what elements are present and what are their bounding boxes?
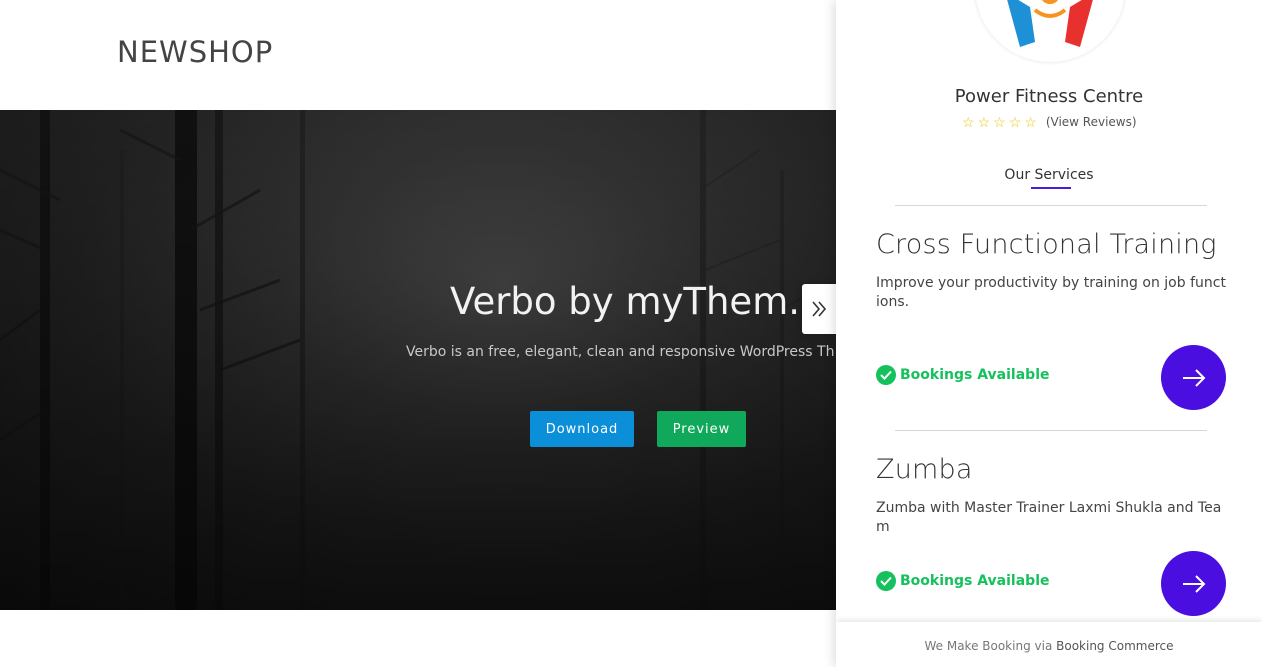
footer-prefix: We Make Booking via [924,639,1053,653]
service-description: Zumba with Master Trainer Laxmi Shukla a… [876,500,1222,535]
check-circle-icon [876,571,896,591]
site-logo[interactable]: NEWSHOP [117,35,273,69]
panel-toggle-button[interactable] [802,284,836,334]
tab-our-services[interactable]: Our Services [836,167,1262,183]
double-chevron-right-icon [812,301,827,317]
booking-side-panel: Power Fitness Centre ☆ ☆ ☆ ☆ ☆ (View Rev… [836,0,1262,667]
star-outline-icon: ☆ [977,114,991,130]
service-title: Zumba [876,454,973,485]
rating-row: ☆ ☆ ☆ ☆ ☆ (View Reviews) [962,114,1137,130]
star-outline-icon: ☆ [993,114,1006,130]
panel-footer: We Make Booking via Booking Commerce [836,622,1262,667]
arrow-right-icon [1182,368,1205,387]
service-status: Bookings Available [876,571,1049,591]
footer-brand-link[interactable]: Booking Commerce [1056,639,1173,653]
page-body [0,610,836,667]
service-status-label: Bookings Available [900,367,1050,383]
book-service-button[interactable] [1161,551,1226,616]
star-outline-icon: ☆ [1008,114,1022,130]
divider [895,430,1207,431]
download-button[interactable]: Download [530,411,634,447]
divider [895,205,1207,206]
rating-stars: ☆ ☆ ☆ ☆ ☆ [962,114,1037,130]
service-status: Bookings Available [876,365,1049,385]
star-outline-icon: ☆ [962,114,975,130]
preview-button[interactable]: Preview [657,411,746,447]
hero-title: Verbo by myThem.e [450,280,823,323]
hero-subtitle: Verbo is an free, elegant, clean and res… [406,344,835,360]
service-description: Improve your productivity by training on… [876,275,1226,310]
forest-background-image [0,110,836,610]
business-name: Power Fitness Centre [954,86,1144,107]
arrow-right-icon [1182,574,1205,593]
view-reviews-link[interactable]: (View Reviews) [1046,115,1137,129]
service-title: Cross Functional Training [876,229,1217,260]
hero-banner: Verbo by myThem.e Verbo is an free, eleg… [0,110,836,610]
site-header: NEWSHOP [0,0,836,110]
active-tab-indicator [1031,187,1071,189]
book-service-button[interactable] [1161,345,1226,410]
business-logo [975,0,1125,62]
service-status-label: Bookings Available [900,573,1050,589]
star-outline-icon: ☆ [1024,114,1037,130]
check-circle-icon [876,365,896,385]
